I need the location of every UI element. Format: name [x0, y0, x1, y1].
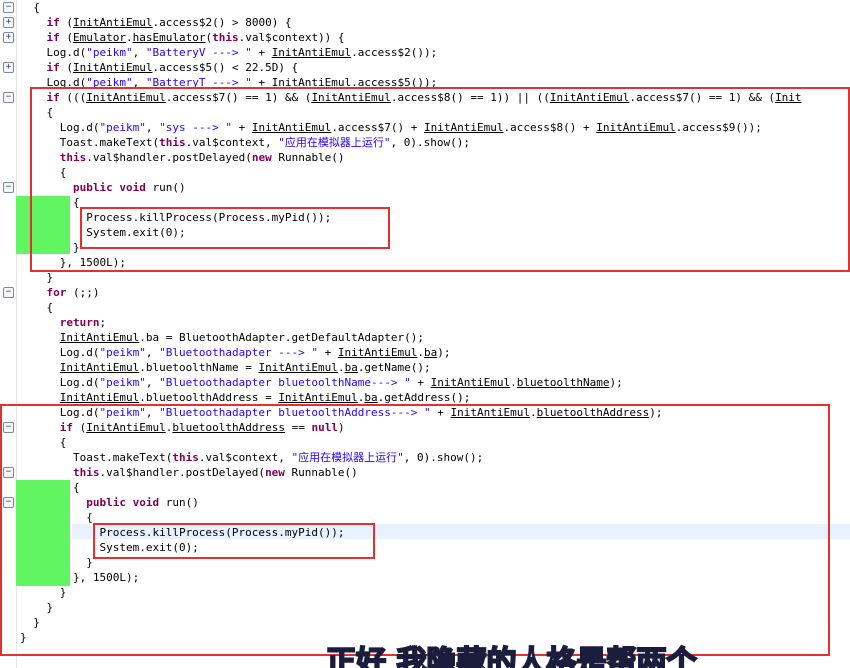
code-line[interactable]: { [20, 300, 53, 315]
string-token: "Bluetoothadapter bluetoolthName---> " [159, 376, 411, 389]
keyword-token: if [46, 16, 60, 29]
overlay-caption-text: 正好 我隐藏的人格是帮两个 [326, 645, 697, 668]
code-token: { [20, 301, 54, 314]
code-line[interactable]: { [20, 0, 40, 15]
reference-token: InitAntiEmul [59, 361, 140, 374]
string-token: "BatteryV ---> " [145, 46, 252, 59]
collapse-fold-icon[interactable]: − [3, 287, 14, 298]
code-line[interactable]: Log.d("peikm", "Bluetoothadapter ---> " … [20, 345, 451, 360]
string-token: "peikm" [86, 46, 133, 59]
code-token: { [20, 1, 40, 14]
code-line[interactable]: if (Emulator.hasEmulator(this.val$contex… [20, 30, 345, 45]
code-token: .access$5() < 22.5D) { [152, 61, 299, 74]
reference-token: Emulator [73, 31, 126, 44]
code-line[interactable]: for (;;) [20, 285, 100, 300]
code-token: + [410, 376, 431, 389]
code-token: ( [59, 16, 73, 29]
code-token: .bluetoolthName = [139, 361, 259, 374]
code-token: , [145, 376, 160, 389]
code-token: .getAddress(); [377, 391, 471, 404]
code-token: } [20, 271, 54, 284]
code-token: + [318, 346, 338, 359]
collapse-fold-icon[interactable]: − [3, 2, 14, 13]
code-token: (;;) [66, 286, 100, 299]
code-token: ( [59, 31, 73, 44]
reference-token: InitAntiEmul [278, 391, 358, 404]
reference-token: InitAntiEmul [430, 376, 511, 389]
expand-fold-icon[interactable]: + [3, 32, 14, 43]
code-line[interactable]: InitAntiEmul.ba = BluetoothAdapter.getDe… [20, 330, 424, 345]
reference-token: ba [364, 391, 378, 404]
code-token: .ba = BluetoothAdapter.getDefaultAdapter… [139, 331, 425, 344]
annotation-box-inner-2 [93, 523, 375, 559]
code-token: .bluetoolthAddress = [139, 391, 279, 404]
keyword-token: if [46, 31, 60, 44]
code-token: , [145, 346, 160, 359]
code-token: ); [609, 376, 623, 389]
code-line[interactable]: return; [20, 315, 106, 330]
code-token: + [251, 46, 272, 59]
code-token: , [132, 46, 146, 59]
code-token: ( [59, 61, 73, 74]
code-token: Log.d( [20, 46, 87, 59]
reference-token: ba [344, 361, 358, 374]
keyword-token: this [212, 31, 239, 44]
reference-token: InitAntiEmul [73, 61, 153, 74]
reference-token: InitAntiEmul [271, 46, 352, 59]
keyword-token: if [46, 61, 60, 74]
reference-token: InitAntiEmul [59, 331, 140, 344]
expand-fold-icon[interactable]: + [3, 62, 14, 73]
string-token: "peikm" [99, 376, 146, 389]
string-token: "Bluetoothadapter ---> " [159, 346, 319, 359]
code-token: .access$2()); [351, 46, 438, 59]
reference-token: InitAntiEmul [337, 346, 418, 359]
overlay-caption: 正好 我隐藏的人格是帮两个 [326, 640, 850, 668]
collapse-fold-icon[interactable]: − [3, 92, 14, 103]
reference-token: InitAntiEmul [258, 361, 338, 374]
code-line[interactable]: Log.d("peikm", "BatteryV ---> " + InitAn… [20, 45, 437, 60]
reference-token: InitAntiEmul [59, 391, 140, 404]
keyword-token: for [46, 286, 67, 299]
code-token: . [510, 376, 517, 389]
annotation-box-inner-1 [80, 207, 390, 249]
reference-token: ba [424, 346, 438, 359]
code-token: ; [99, 316, 107, 329]
code-line[interactable]: InitAntiEmul.bluetoolthAddress = InitAnt… [20, 390, 471, 405]
reference-token: InitAntiEmul [73, 16, 153, 29]
code-line[interactable]: } [20, 270, 53, 285]
reference-token: bluetoolthName [516, 376, 610, 389]
code-line[interactable]: Log.d("peikm", "Bluetoothadapter bluetoo… [20, 375, 623, 390]
code-token: .getName(); [357, 361, 431, 374]
code-token: . [337, 361, 345, 374]
code-line[interactable]: if (InitAntiEmul.access$2() > 8000) { [20, 15, 292, 30]
keyword-token: return [59, 316, 100, 329]
code-line[interactable]: if (InitAntiEmul.access$5() < 22.5D) { [20, 60, 299, 75]
string-token: "peikm" [99, 346, 146, 359]
reference-token: hasEmulator [132, 31, 206, 44]
code-token: Log.d( [20, 346, 100, 359]
code-token: . [125, 31, 133, 44]
code-token: Log.d( [20, 376, 100, 389]
expand-fold-icon[interactable]: + [3, 17, 14, 28]
code-token: .access$2() > 8000) { [152, 16, 292, 29]
code-line[interactable]: InitAntiEmul.bluetoolthName = InitAntiEm… [20, 360, 431, 375]
code-token: ); [437, 346, 451, 359]
code-token: .val$context)) { [238, 31, 345, 44]
collapse-fold-icon[interactable]: − [3, 182, 14, 193]
